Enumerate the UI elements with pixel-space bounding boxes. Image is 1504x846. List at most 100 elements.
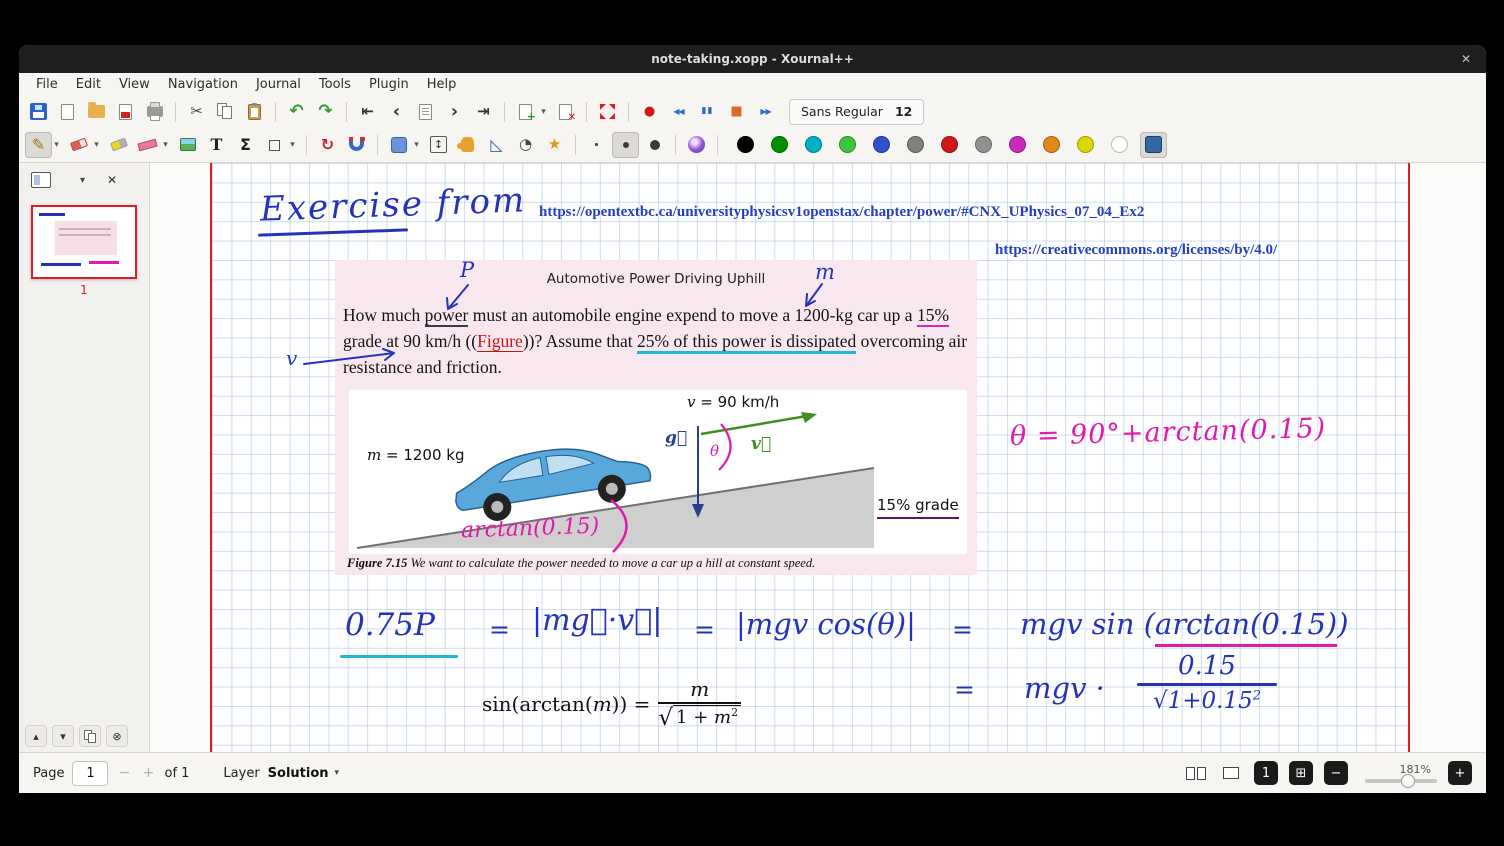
sidebar-delete-button[interactable]: ⊗ — [106, 725, 128, 747]
forward-audio-button[interactable]: ▶▶ — [752, 99, 779, 125]
menu-help[interactable]: Help — [418, 77, 466, 92]
font-selector-button[interactable]: Sans Regular 12 — [789, 99, 924, 125]
math-tex-icon: Σ — [240, 137, 251, 153]
setsquare-button[interactable]: ◺ — [483, 132, 510, 158]
select-region-button[interactable] — [385, 132, 412, 158]
delete-page-button[interactable]: ✕ — [552, 99, 579, 125]
color-swatch-gray[interactable] — [907, 136, 924, 153]
compass-button[interactable]: ◔ — [512, 132, 539, 158]
eraser-tool-button[interactable] — [65, 132, 92, 158]
ruler-tool-button[interactable] — [134, 132, 161, 158]
link-cc-license[interactable]: https://creativecommons.org/licenses/by/… — [995, 242, 1277, 259]
fullscreen-button[interactable] — [594, 99, 621, 125]
hand-tool-button[interactable] — [454, 132, 481, 158]
shape-tool-button[interactable]: □ — [261, 132, 288, 158]
current-page-button[interactable] — [412, 99, 439, 125]
add-page-button[interactable]: + — [512, 99, 539, 125]
dual-page-view-button[interactable] — [1184, 761, 1208, 785]
zoom-fit-button[interactable]: ⊞ — [1289, 761, 1313, 785]
current-color-indicator[interactable] — [1140, 132, 1167, 158]
spline-tool-button[interactable]: ★ — [541, 132, 568, 158]
figure-link[interactable]: Figure — [477, 331, 523, 352]
copy-button[interactable] — [212, 99, 239, 125]
sidebar-pane-dropdown[interactable]: ▾ — [80, 175, 85, 186]
color-swatch-red[interactable] — [941, 136, 958, 153]
compass-icon: ◔ — [519, 137, 532, 152]
menu-journal[interactable]: Journal — [247, 77, 310, 92]
sidebar-move-down-button[interactable]: ▾ — [52, 725, 74, 747]
export-pdf-button[interactable] — [112, 99, 139, 125]
insert-image-button[interactable] — [174, 132, 201, 158]
page-decrement-button[interactable]: − — [116, 765, 132, 781]
next-page-button[interactable]: › — [441, 99, 468, 125]
gravity-vector-label: g⃗ — [665, 428, 687, 448]
menu-file[interactable]: File — [27, 77, 67, 92]
undo-button[interactable]: ↶ — [283, 99, 310, 125]
color-swatch-lightgray[interactable] — [975, 136, 992, 153]
color-swatch-yellow[interactable] — [1077, 136, 1094, 153]
page-number-input[interactable] — [72, 761, 108, 786]
sidebar-duplicate-button[interactable] — [79, 725, 101, 747]
zoom-in-button[interactable]: + — [1448, 761, 1472, 785]
color-swatch-white[interactable] — [1111, 136, 1128, 153]
window-close-button[interactable]: ✕ — [1461, 52, 1471, 66]
menu-view[interactable]: View — [110, 77, 159, 92]
page-thumbnail[interactable] — [31, 205, 137, 279]
fill-pattern-button[interactable] — [683, 132, 710, 158]
math-tex-button[interactable]: Σ — [232, 132, 259, 158]
color-swatch-magenta[interactable] — [1009, 136, 1026, 153]
layer-label: Layer — [223, 766, 259, 781]
save-button[interactable] — [25, 99, 52, 125]
rewind-audio-button[interactable]: ◀◀ — [665, 99, 692, 125]
solution-term2: |mgv cos(θ)| — [736, 607, 916, 641]
layer-selector[interactable]: Solution ▾ — [268, 766, 339, 781]
next-page-icon: › — [451, 103, 458, 121]
first-page-button[interactable]: ⇤ — [354, 99, 381, 125]
line-width-fine-button[interactable] — [583, 132, 610, 158]
vertical-space-button[interactable]: ↕ — [425, 132, 452, 158]
color-swatch-green[interactable] — [771, 136, 788, 153]
presentation-mode-button[interactable] — [1219, 761, 1243, 785]
fine-dot-icon — [595, 143, 598, 146]
stop-audio-button[interactable]: ■ — [723, 99, 750, 125]
canvas-area[interactable]: Exercise from https://opentextbc.ca/univ… — [150, 163, 1486, 752]
text-tool-button[interactable]: T — [203, 132, 230, 158]
color-swatch-black[interactable] — [737, 136, 754, 153]
redo-button[interactable]: ↷ — [312, 99, 339, 125]
page-increment-button[interactable]: + — [140, 765, 156, 781]
cut-button[interactable]: ✂ — [183, 99, 210, 125]
stop-icon: ■ — [730, 105, 742, 118]
print-button[interactable] — [141, 99, 168, 125]
link-opentextbc[interactable]: https://opentextbc.ca/universityphysicsv… — [539, 204, 1144, 221]
line-width-thick-button[interactable] — [641, 132, 668, 158]
new-document-button[interactable] — [54, 99, 81, 125]
menu-plugin[interactable]: Plugin — [360, 77, 418, 92]
paste-button[interactable] — [241, 99, 268, 125]
previous-page-button[interactable]: ‹ — [383, 99, 410, 125]
pause-audio-button[interactable]: ▮▮ — [694, 99, 721, 125]
shape-recognizer-button[interactable]: ↻ — [314, 132, 341, 158]
last-page-button[interactable]: ⇥ — [470, 99, 497, 125]
document-page[interactable]: Exercise from https://opentextbc.ca/univ… — [210, 163, 1410, 752]
record-audio-button[interactable]: ● — [636, 99, 663, 125]
open-button[interactable] — [83, 99, 110, 125]
menu-navigation[interactable]: Navigation — [159, 77, 247, 92]
line-width-medium-button[interactable] — [612, 132, 639, 158]
color-swatch-orange[interactable] — [1043, 136, 1060, 153]
hand-icon — [461, 137, 474, 152]
menu-tools[interactable]: Tools — [310, 77, 360, 92]
zoom-slider-handle[interactable] — [1401, 774, 1415, 788]
sidebar-move-up-button[interactable]: ▴ — [25, 725, 47, 747]
color-swatch-cyan[interactable] — [805, 136, 822, 153]
radicand-pre: 1 + — [676, 707, 714, 728]
color-swatch-lightgreen[interactable] — [839, 136, 856, 153]
sidebar-close-button[interactable]: ✕ — [107, 173, 117, 187]
highlighter-tool-button[interactable] — [105, 132, 132, 158]
preview-pane-button[interactable] — [27, 167, 54, 193]
menu-edit[interactable]: Edit — [67, 77, 110, 92]
zoom-out-button[interactable]: − — [1324, 761, 1348, 785]
color-swatch-blue[interactable] — [873, 136, 890, 153]
snapping-button[interactable] — [343, 132, 370, 158]
zoom-slider[interactable] — [1365, 779, 1437, 783]
pen-tool-button[interactable]: ✎ — [25, 132, 52, 158]
